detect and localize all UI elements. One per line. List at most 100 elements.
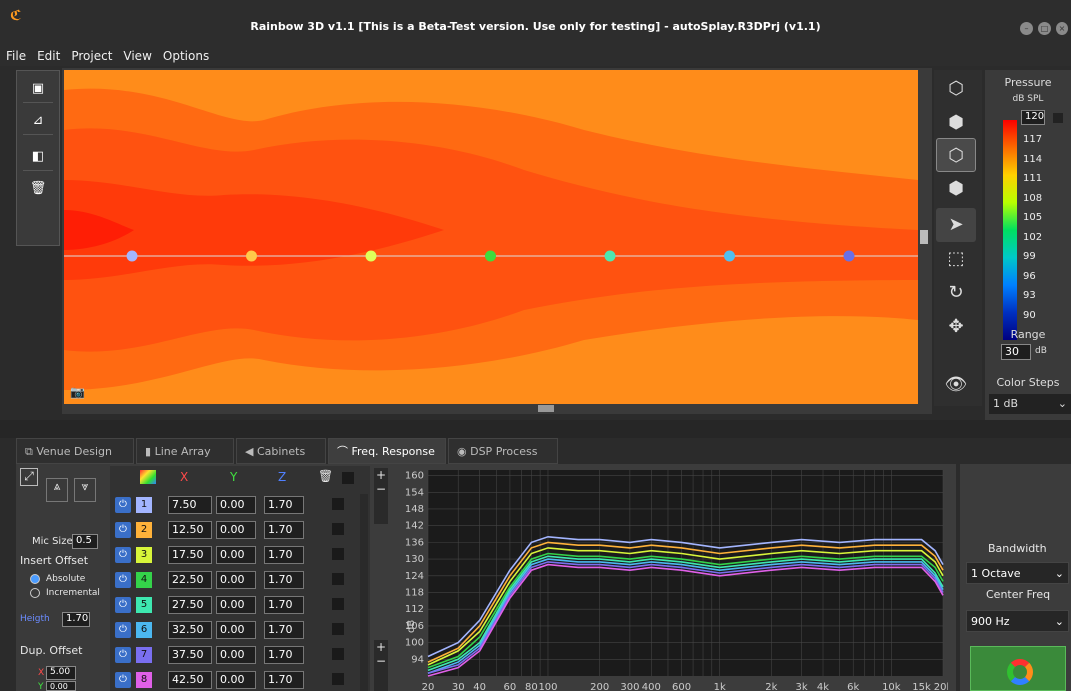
power-icon[interactable]: ⏻ bbox=[115, 622, 131, 638]
power-icon[interactable]: ⏻ bbox=[115, 672, 131, 688]
view-iso-icon[interactable]: ⬡ bbox=[936, 72, 976, 106]
tab-venue-design[interactable]: ⧉ Venue Design bbox=[16, 438, 134, 464]
x-field[interactable]: 17.50 bbox=[168, 546, 212, 564]
apply-button[interactable] bbox=[970, 646, 1066, 691]
view-top-icon[interactable]: ⬡ bbox=[936, 138, 976, 172]
x-field[interactable]: 22.50 bbox=[168, 571, 212, 589]
tab-line-array[interactable]: ▮ Line Array bbox=[136, 438, 234, 464]
mic-marker[interactable] bbox=[126, 250, 138, 262]
maximize-button[interactable]: □ bbox=[1038, 22, 1051, 35]
z-field[interactable]: 1.70 bbox=[264, 671, 304, 689]
map-horizontal-scrollbar[interactable] bbox=[64, 404, 918, 414]
table-row[interactable]: ⏻ 4 22.50 0.00 1.70 bbox=[112, 569, 356, 591]
row-checkbox[interactable] bbox=[332, 598, 344, 610]
trash-icon[interactable]: 🗑 bbox=[318, 469, 333, 483]
row-checkbox[interactable] bbox=[332, 673, 344, 685]
table-scrollbar[interactable] bbox=[360, 494, 368, 691]
map-vertical-scrollbar[interactable] bbox=[918, 70, 930, 404]
mic-marker[interactable] bbox=[843, 250, 855, 262]
pressure-map[interactable]: 📷 bbox=[64, 70, 918, 404]
y-field[interactable]: 0.00 bbox=[216, 646, 256, 664]
table-row[interactable]: ⏻ 8 42.50 0.00 1.70 bbox=[112, 669, 356, 691]
dup-x-input[interactable]: 5.00 bbox=[46, 666, 76, 680]
mic-marker[interactable] bbox=[246, 250, 257, 262]
range-input[interactable]: 30 bbox=[1001, 344, 1031, 360]
z-field[interactable]: 1.70 bbox=[264, 571, 304, 589]
incremental-radio[interactable] bbox=[30, 588, 40, 598]
menu-options[interactable]: Options bbox=[157, 44, 214, 63]
z-field[interactable]: 1.70 bbox=[264, 596, 304, 614]
row-checkbox[interactable] bbox=[332, 648, 344, 660]
row-checkbox[interactable] bbox=[332, 623, 344, 635]
mic-marker[interactable] bbox=[365, 250, 377, 262]
freq-response-chart[interactable]: 1601541481421361301241181121061009420 30 4… bbox=[392, 466, 948, 691]
z-field[interactable]: 1.70 bbox=[264, 496, 304, 514]
row-checkbox[interactable] bbox=[332, 523, 344, 535]
mic-down-icon[interactable]: ⩔ bbox=[74, 478, 96, 502]
minimize-button[interactable]: – bbox=[1020, 22, 1033, 35]
row-checkbox[interactable] bbox=[332, 573, 344, 585]
y-field[interactable]: 0.00 bbox=[216, 496, 256, 514]
lock-icon[interactable] bbox=[1053, 113, 1063, 123]
table-row[interactable]: ⏻ 1 7.50 0.00 1.70 bbox=[112, 494, 356, 516]
view-front-icon[interactable]: ⬢ bbox=[936, 106, 976, 140]
zoom-in-top[interactable]: + − bbox=[374, 468, 388, 524]
pointer-icon[interactable]: ➤ bbox=[936, 208, 976, 242]
y-field[interactable]: 0.00 bbox=[216, 546, 256, 564]
pan-icon[interactable]: ✥ bbox=[936, 310, 976, 344]
z-field[interactable]: 1.70 bbox=[264, 646, 304, 664]
zoom-in-bottom[interactable]: + − bbox=[374, 640, 388, 691]
trash-icon[interactable]: 🗑 bbox=[23, 175, 53, 203]
z-field[interactable]: 1.70 bbox=[264, 521, 304, 539]
y-field[interactable]: 0.00 bbox=[216, 671, 256, 689]
document-icon[interactable]: ▣ bbox=[23, 75, 53, 103]
tab-cabinets[interactable]: ◀ Cabinets bbox=[236, 438, 326, 464]
tab-dsp-process[interactable]: ◉ DSP Process bbox=[448, 438, 558, 464]
max-input[interactable]: 120 bbox=[1021, 110, 1045, 125]
color-steps-select[interactable]: 1 dB ⌄ bbox=[989, 394, 1071, 414]
absolute-radio[interactable] bbox=[30, 574, 40, 584]
mic-size-input[interactable]: 0.5 bbox=[72, 534, 98, 549]
center-freq-select[interactable]: 900 Hz ⌄ bbox=[966, 610, 1069, 632]
menu-project[interactable]: Project bbox=[65, 44, 117, 63]
select-all-checkbox[interactable] bbox=[342, 472, 354, 484]
close-button[interactable]: × bbox=[1056, 22, 1068, 35]
table-row[interactable]: ⏻ 6 32.50 0.00 1.70 bbox=[112, 619, 356, 641]
table-row[interactable]: ⏻ 7 37.50 0.00 1.70 bbox=[112, 644, 356, 666]
dup-y-input[interactable]: 0.00 bbox=[46, 681, 76, 691]
view-side-icon[interactable]: ⬢ bbox=[936, 172, 976, 206]
power-icon[interactable]: ⏻ bbox=[115, 547, 131, 563]
row-checkbox[interactable] bbox=[332, 548, 344, 560]
mic-marker[interactable] bbox=[485, 250, 496, 262]
mic-marker[interactable] bbox=[724, 250, 735, 262]
power-icon[interactable]: ⏻ bbox=[115, 497, 131, 513]
x-field[interactable]: 27.50 bbox=[168, 596, 212, 614]
tab-freq-response[interactable]: ⌒ Freq. Response bbox=[328, 438, 446, 464]
power-icon[interactable]: ⏻ bbox=[115, 572, 131, 588]
table-row[interactable]: ⏻ 5 27.50 0.00 1.70 bbox=[112, 594, 356, 616]
power-icon[interactable]: ⏻ bbox=[115, 647, 131, 663]
row-checkbox[interactable] bbox=[332, 498, 344, 510]
mirror-icon[interactable]: ◧ bbox=[23, 143, 53, 171]
table-row[interactable]: ⏻ 3 17.50 0.00 1.70 bbox=[112, 544, 356, 566]
y-field[interactable]: 0.00 bbox=[216, 521, 256, 539]
power-icon[interactable]: ⏻ bbox=[115, 522, 131, 538]
x-field[interactable]: 32.50 bbox=[168, 621, 212, 639]
rotate-icon[interactable]: ↻ bbox=[936, 276, 976, 310]
x-field[interactable]: 37.50 bbox=[168, 646, 212, 664]
menu-edit[interactable]: Edit bbox=[31, 44, 65, 63]
height-input[interactable]: 1.70 bbox=[62, 612, 90, 627]
y-field[interactable]: 0.00 bbox=[216, 596, 256, 614]
rainbow-icon[interactable] bbox=[140, 470, 156, 484]
table-row[interactable]: ⏻ 2 12.50 0.00 1.70 bbox=[112, 519, 356, 541]
menu-view[interactable]: View bbox=[117, 44, 156, 63]
cut-plane-icon[interactable]: ⊿ bbox=[23, 107, 53, 135]
bandwidth-select[interactable]: 1 Octave ⌄ bbox=[966, 562, 1069, 584]
expand-icon[interactable]: ⤢ bbox=[20, 468, 38, 486]
x-field[interactable]: 42.50 bbox=[168, 671, 212, 689]
y-field[interactable]: 0.00 bbox=[216, 571, 256, 589]
select-area-icon[interactable]: ⬚ bbox=[936, 242, 976, 276]
menu-file[interactable]: File bbox=[0, 44, 31, 63]
eye-icon[interactable]: 👁 bbox=[936, 368, 976, 402]
splitter[interactable] bbox=[0, 420, 1071, 438]
